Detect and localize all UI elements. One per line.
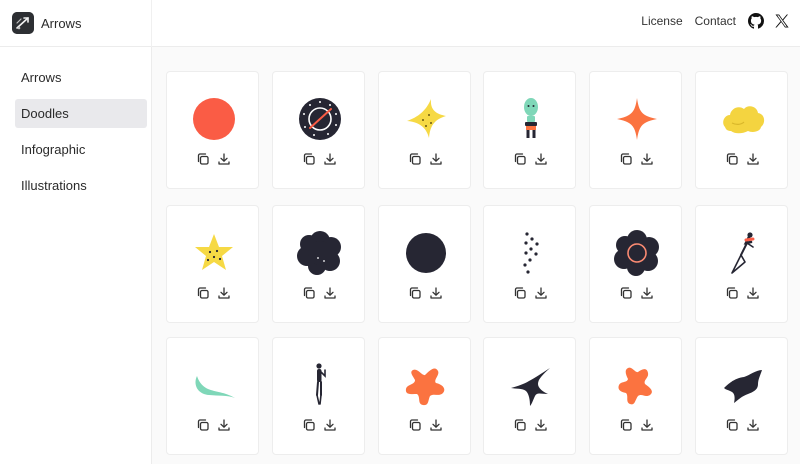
- download-icon[interactable]: [746, 418, 760, 432]
- download-icon[interactable]: [217, 152, 231, 166]
- ringed-flower-doodle: [614, 230, 659, 276]
- doodle-card-yellow-cloud[interactable]: [695, 71, 788, 189]
- sidebar-item-doodles[interactable]: Doodles: [15, 99, 147, 128]
- download-icon[interactable]: [217, 286, 231, 300]
- copy-icon[interactable]: [619, 418, 633, 432]
- sidebar-item-infographic[interactable]: Infographic: [15, 135, 147, 164]
- download-icon[interactable]: [640, 418, 654, 432]
- doodle-card-ringed-flower[interactable]: [589, 205, 682, 323]
- scattered-dots-doodle: [523, 232, 539, 274]
- doodle-card-flying-figure[interactable]: [695, 205, 788, 323]
- doodle-card-green-crescent[interactable]: [166, 337, 259, 455]
- download-icon[interactable]: [429, 152, 443, 166]
- dark-sparkle-doodle: [511, 368, 550, 406]
- copy-icon[interactable]: [196, 286, 210, 300]
- download-icon[interactable]: [534, 152, 548, 166]
- doodle-card-orange-splat-2[interactable]: [589, 337, 682, 455]
- doodle-card-green-figure[interactable]: [483, 71, 576, 189]
- doodle-card-scattered-dots[interactable]: [483, 205, 576, 323]
- doodle-card-compass-circle[interactable]: [272, 71, 365, 189]
- copy-icon[interactable]: [619, 152, 633, 166]
- download-icon[interactable]: [534, 418, 548, 432]
- download-icon[interactable]: [429, 418, 443, 432]
- flying-figure-doodle: [731, 232, 755, 274]
- green-crescent-doodle: [195, 376, 235, 398]
- download-icon[interactable]: [323, 418, 337, 432]
- sidebar-item-arrows[interactable]: Arrows: [15, 63, 147, 92]
- brand-home-link[interactable]: Arrows: [12, 12, 81, 34]
- download-icon[interactable]: [534, 286, 548, 300]
- yellow-star-doodle: [195, 234, 233, 270]
- copy-icon[interactable]: [408, 418, 422, 432]
- compass-circle-doodle: [299, 98, 341, 140]
- copy-icon[interactable]: [302, 418, 316, 432]
- x-logo-icon[interactable]: [774, 13, 790, 29]
- sidebar-divider: [151, 0, 152, 47]
- copy-icon[interactable]: [513, 152, 527, 166]
- doodle-card-dark-flower[interactable]: [272, 205, 365, 323]
- download-icon[interactable]: [323, 286, 337, 300]
- download-icon[interactable]: [640, 152, 654, 166]
- doodle-card-red-circle[interactable]: [166, 71, 259, 189]
- copy-icon[interactable]: [302, 152, 316, 166]
- doodle-card-yellow-sparkle[interactable]: [378, 71, 471, 189]
- doodle-card-dark-sparkle[interactable]: [483, 337, 576, 455]
- copy-icon[interactable]: [513, 286, 527, 300]
- yellow-sparkle-doodle: [407, 99, 446, 138]
- download-icon[interactable]: [429, 286, 443, 300]
- dark-circle-doodle: [406, 233, 446, 273]
- copy-icon[interactable]: [725, 286, 739, 300]
- download-icon[interactable]: [217, 418, 231, 432]
- copy-icon[interactable]: [196, 152, 210, 166]
- orange-splat-doodle: [405, 368, 445, 406]
- copy-icon[interactable]: [408, 286, 422, 300]
- dark-flower-doodle: [297, 231, 341, 275]
- doodle-card-dark-circle[interactable]: [378, 205, 471, 323]
- green-figure-doodle: [524, 98, 538, 138]
- doodle-card-yellow-star[interactable]: [166, 205, 259, 323]
- app-title: Arrows: [41, 15, 82, 31]
- copy-icon[interactable]: [302, 286, 316, 300]
- top-bar: Arrows License Contact: [0, 0, 800, 47]
- download-icon[interactable]: [323, 152, 337, 166]
- sidebar-item-illustrations[interactable]: Illustrations: [15, 171, 147, 200]
- doodle-grid: [152, 47, 800, 464]
- copy-icon[interactable]: [196, 418, 210, 432]
- copy-icon[interactable]: [513, 418, 527, 432]
- orange-sparkle-doodle: [617, 98, 657, 140]
- github-icon[interactable]: [748, 13, 764, 29]
- copy-icon[interactable]: [408, 152, 422, 166]
- doodle-card-orange-sparkle[interactable]: [589, 71, 682, 189]
- license-link[interactable]: License: [641, 14, 682, 28]
- copy-icon[interactable]: [619, 286, 633, 300]
- yellow-cloud-doodle: [723, 106, 765, 134]
- doodle-card-dark-blob[interactable]: [695, 337, 788, 455]
- dark-blob-doodle: [724, 370, 762, 403]
- download-icon[interactable]: [746, 286, 760, 300]
- red-circle-doodle: [193, 98, 235, 140]
- top-nav: License Contact: [641, 13, 790, 29]
- copy-icon[interactable]: [725, 418, 739, 432]
- category-sidebar: Arrows Doodles Infographic Illustrations: [0, 47, 152, 464]
- doodle-card-standing-figure[interactable]: [272, 337, 365, 455]
- copy-icon[interactable]: [725, 152, 739, 166]
- arrows-logo-icon: [12, 12, 34, 34]
- doodle-card-orange-splat[interactable]: [378, 337, 471, 455]
- contact-link[interactable]: Contact: [695, 14, 736, 28]
- orange-splat-2-doodle: [618, 367, 652, 405]
- download-icon[interactable]: [746, 152, 760, 166]
- standing-figure-doodle: [316, 363, 326, 405]
- download-icon[interactable]: [640, 286, 654, 300]
